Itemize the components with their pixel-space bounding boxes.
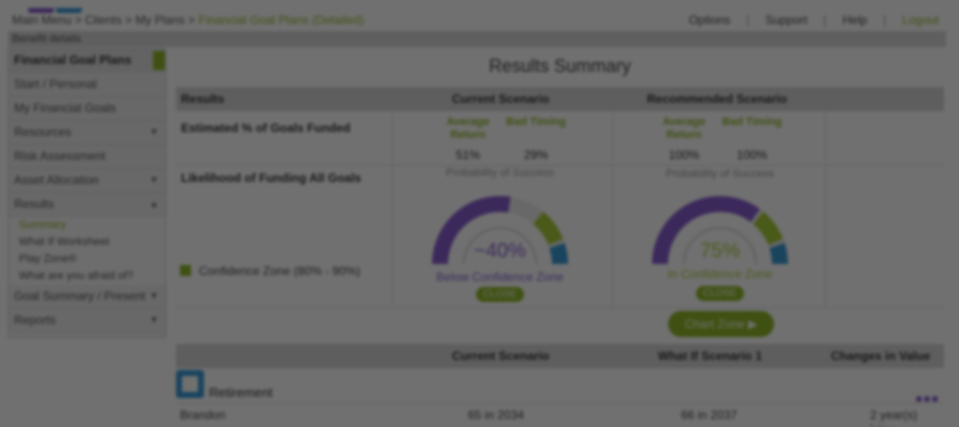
row-label-likelihood: Likelihood of Funding All Goals — [181, 171, 362, 185]
confidence-zone-legend: Confidence Zone (80% - 90%) — [180, 264, 360, 278]
sidebar-item-reports[interactable]: Reports ▼ — [9, 309, 165, 333]
rec-bad-value: 100% — [736, 148, 768, 162]
header-whatif: What If Scenario 1 — [658, 349, 763, 363]
header-current: Current Scenario — [452, 92, 550, 106]
sidebar-item-results[interactable]: Results ▲ — [9, 193, 165, 217]
more-options-icon[interactable] — [916, 389, 942, 402]
table-row: Brandon 65 in 2034 66 in 2037 2 year(s) … — [176, 403, 944, 427]
logout-link[interactable]: Logout — [902, 13, 939, 27]
rec-avg-value: 100% — [668, 148, 700, 162]
sidebar-sub-summary[interactable]: Summary — [9, 217, 165, 234]
chevron-down-icon: ▼ — [149, 315, 159, 326]
chevron-down-icon: ▼ — [149, 127, 159, 138]
breadcrumb-clients[interactable]: Clients — [85, 13, 122, 27]
rec-zone-text: In Confidence Zone — [667, 267, 773, 281]
sidebar-item-goal-summary[interactable]: Goal Summary / Present ▼ — [9, 285, 165, 309]
row-person: Brandon — [180, 408, 226, 422]
header-changes: Changes in Value — [831, 349, 931, 363]
top-links: Options | Support | Help | Logout — [688, 13, 939, 27]
path-bar: Benefit details — [8, 31, 946, 47]
sidebar: Financial Goal Plans Start / Personal My… — [8, 48, 166, 338]
row-changes: 2 year(s) later — [870, 408, 918, 427]
app-window: Main Menu > Clients > My Plans > Financi… — [0, 0, 959, 427]
current-prob-label: Probability of Success — [445, 167, 555, 179]
breadcrumb-main-menu[interactable]: Main Menu — [12, 13, 71, 27]
breadcrumb-my-plans[interactable]: My Plans — [135, 13, 184, 27]
rec-bad-label: Bad Timing — [722, 116, 782, 128]
current-zone-text: Below Confidence Zone — [436, 270, 564, 284]
rec-avg-label: Average Return — [662, 116, 706, 141]
sidebar-item-risk[interactable]: Risk Assessment — [9, 145, 165, 169]
retirement-icon — [176, 370, 204, 398]
chart-zone-button[interactable]: Chart Zone ▶ — [668, 311, 774, 337]
row-current: 65 in 2034 — [468, 408, 525, 422]
current-bad-value: 29% — [523, 148, 549, 162]
sidebar-sub-playzone[interactable]: Play Zone® — [9, 251, 165, 268]
current-avg-label: Average Return — [446, 116, 490, 141]
sidebar-item-start[interactable]: Start / Personal — [9, 73, 165, 97]
header-results: Results — [181, 92, 225, 106]
gauge-blue-arc — [769, 243, 789, 265]
comparison-table-header: Current Scenario What If Scenario 1 Chan… — [176, 344, 944, 368]
retirement-label: Retirement — [209, 385, 273, 400]
page-title: Results Summary — [488, 56, 632, 76]
sidebar-item-resources[interactable]: Resources ▼ — [9, 121, 165, 145]
gauge-green-arc — [752, 211, 784, 246]
gauge-green-arc — [532, 211, 564, 246]
help-link[interactable]: Help — [842, 13, 867, 27]
sidebar-sub-whatif[interactable]: What If Worksheet — [9, 234, 165, 251]
brand-logo — [28, 0, 84, 13]
chevron-up-icon: ▲ — [149, 199, 159, 210]
sidebar-item-allocation[interactable]: Asset Allocation ▼ — [9, 169, 165, 193]
breadcrumb-current: Financial Goal Plans (Detailed) — [198, 13, 364, 27]
current-avg-value: 51% — [455, 148, 481, 162]
row-whatif: 66 in 2037 — [681, 408, 738, 422]
legend-swatch — [180, 265, 191, 276]
sidebar-item-goals[interactable]: My Financial Goals — [9, 97, 165, 121]
breadcrumb: Main Menu > Clients > My Plans > Financi… — [12, 13, 364, 27]
rec-gauge-percent: 75% — [699, 240, 741, 262]
rec-prob-label: Probability of Success — [665, 168, 775, 180]
results-table-header: Results Current Scenario Recommended Sce… — [176, 87, 944, 111]
sidebar-sub-afraid[interactable]: What are you afraid of? — [9, 268, 165, 285]
header-recommended: Recommended Scenario — [647, 92, 788, 106]
sidebar-collapse-tab[interactable] — [153, 51, 165, 70]
sidebar-head[interactable]: Financial Goal Plans — [9, 49, 165, 73]
row-label-estimated: Estimated % of Goals Funded — [181, 121, 351, 135]
header-current-scenario: Current Scenario — [452, 349, 550, 363]
rec-close-pill[interactable]: CLOSE — [696, 286, 744, 301]
current-bad-label: Bad Timing — [506, 116, 566, 128]
chevron-down-icon: ▼ — [149, 175, 159, 186]
current-close-pill[interactable]: CLOSE — [476, 287, 524, 302]
gauge-blue-arc — [549, 243, 569, 265]
current-gauge-percent: ~40% — [474, 240, 526, 262]
options-link[interactable]: Options — [689, 13, 730, 27]
chevron-down-icon: ▼ — [149, 291, 159, 302]
support-link[interactable]: Support — [765, 13, 807, 27]
